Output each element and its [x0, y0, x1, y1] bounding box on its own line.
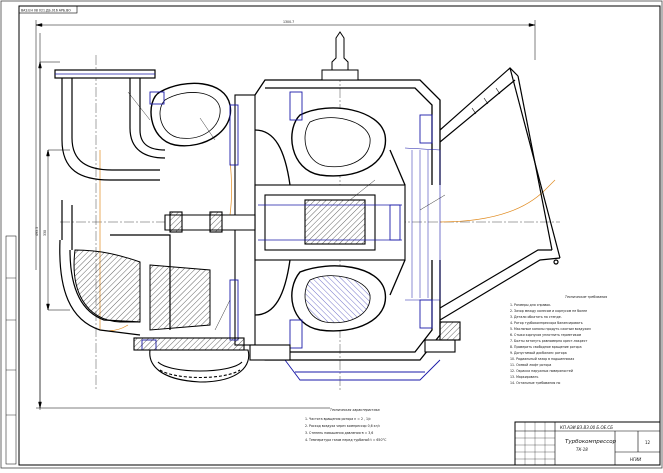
dim-overall-length: 1300.7 — [283, 20, 294, 24]
tech-char-4: 4. Температура газов перед турбиной t = … — [305, 438, 387, 442]
title-block-org: НГИИ — [630, 457, 641, 462]
tech-note-6: 6. Стыки корпусов уплотнить герметиком — [510, 333, 582, 337]
tech-note-7: 7. Болты затянуть равномерно крест-накре… — [510, 339, 587, 343]
title-block-name-line1: Турбокомпрессор — [565, 439, 617, 445]
tech-notes-title: Технические требования — [565, 295, 607, 299]
tech-note-4: 4. Ротор турбокомпрессора балансировать — [510, 321, 583, 325]
tech-note-1: 1. Размеры для справок. — [510, 303, 551, 307]
tech-char-3: 3. Степень повышения давления π = 3,6 — [305, 431, 373, 435]
tech-note-10: 10. Радиальный зазор в подшипниках — [510, 357, 574, 361]
dim-height-left: 493.5 — [35, 227, 39, 236]
tech-note-11: 11. Осевой люфт ротора — [510, 363, 551, 367]
tech-note-5: 5. Масляные каналы продуть сжатым воздух… — [510, 327, 591, 331]
dim-height-inner: 330 — [43, 230, 47, 236]
tech-note-12: 12. Окраска наружных поверхностей — [510, 369, 573, 373]
title-block-sheet: 12 — [645, 440, 651, 445]
tech-note-8: 8. Проверить свободное вращение ротора — [510, 345, 582, 349]
corner-stamp: ВАЗ.ЕН 08 021.ДБ.016 АРБ.ВО — [21, 9, 71, 13]
tech-note-14: 14. Остальные требования по — [510, 381, 560, 385]
tech-note-9: 9. Допустимый дисбаланс ротора — [510, 351, 567, 355]
title-block-name-line2: ТК-18 — [576, 447, 588, 452]
drawing-sheet: ВАЗ.ЕН 08 021.ДБ.016 АРБ.ВО 1300.7 493.5… — [0, 0, 663, 469]
tech-char-2: 2. Расход воздуха через компрессор 0,6 к… — [305, 424, 380, 428]
tech-note-2: 2. Зазор между колесом и корпусом не бол… — [510, 309, 587, 313]
tech-note-13: 13. Маркировать — [510, 375, 538, 379]
tech-char-1: 1. Частота вращения ротора n = 2 , 1/с — [305, 417, 371, 421]
tech-note-3: 3. Детали обкатать на стенде. — [510, 315, 562, 319]
title-block-code: КП.АЭИ.ВЗ.ВЗ.00 Б.ОЕ.СБ — [560, 425, 613, 430]
tech-char-title: Техническая характеристика — [330, 408, 380, 412]
